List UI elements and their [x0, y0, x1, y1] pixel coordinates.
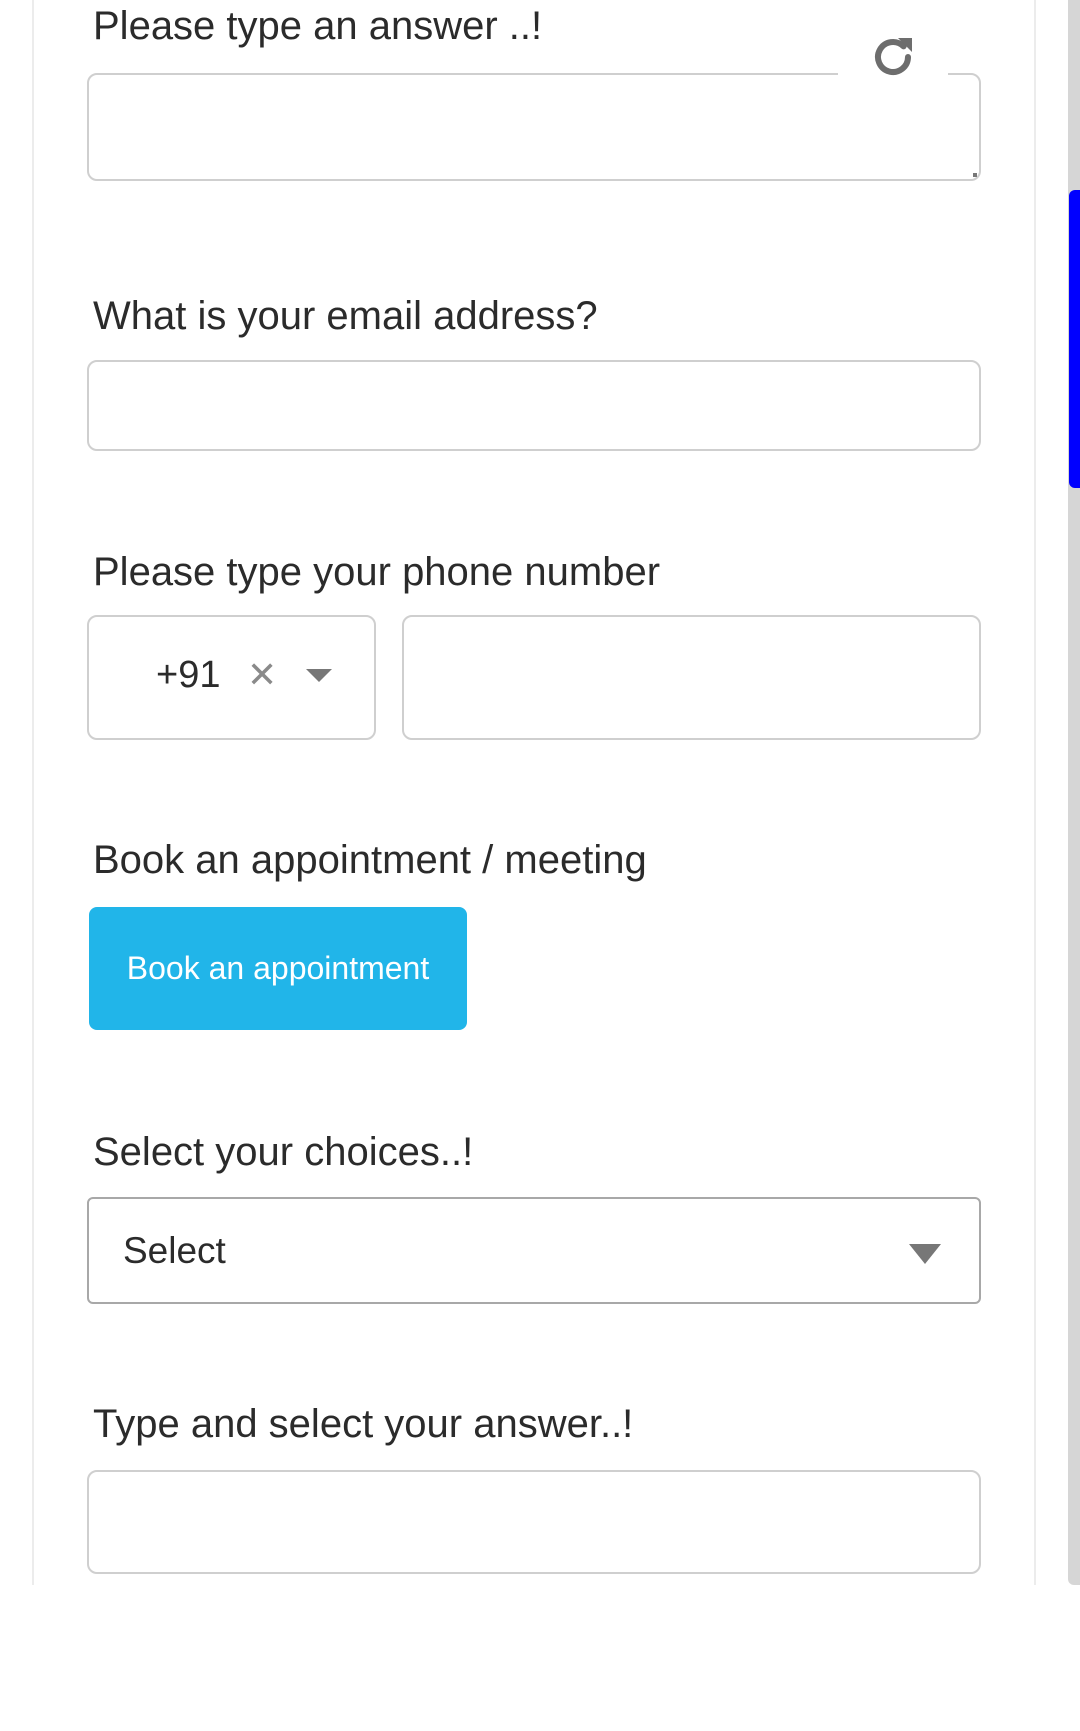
scrollbar-thumb[interactable] [1069, 190, 1080, 488]
form-card [32, 0, 1036, 1585]
choices-select[interactable]: Select [87, 1197, 981, 1304]
country-code-select[interactable] [87, 615, 376, 740]
appointment-question-label: Book an appointment / meeting [93, 838, 647, 882]
email-field[interactable] [87, 360, 981, 451]
book-appointment-button[interactable]: Book an appointment [89, 907, 467, 1030]
resize-handle[interactable] [973, 173, 977, 177]
email-question-label: What is your email address? [93, 294, 598, 338]
phone-question-label: Please type your phone number [93, 550, 661, 594]
chevron-down-icon [909, 1244, 941, 1264]
choices-question-label: Select your choices..! [93, 1130, 474, 1174]
country-code-value: +91 [156, 654, 221, 696]
refresh-icon [875, 38, 912, 75]
close-icon[interactable]: ✕ [247, 655, 277, 695]
typeahead-input[interactable] [87, 1470, 981, 1574]
refresh-button[interactable] [838, 22, 948, 92]
phone-number-field[interactable] [402, 615, 981, 740]
form-page: Please type an answer ..! What is your e… [0, 0, 1080, 1731]
choices-select-value: Select [123, 1230, 226, 1271]
answer-question-label: Please type an answer ..! [93, 4, 543, 48]
typeahead-question-label: Type and select your answer..! [93, 1402, 634, 1446]
chevron-down-icon[interactable] [306, 669, 332, 682]
